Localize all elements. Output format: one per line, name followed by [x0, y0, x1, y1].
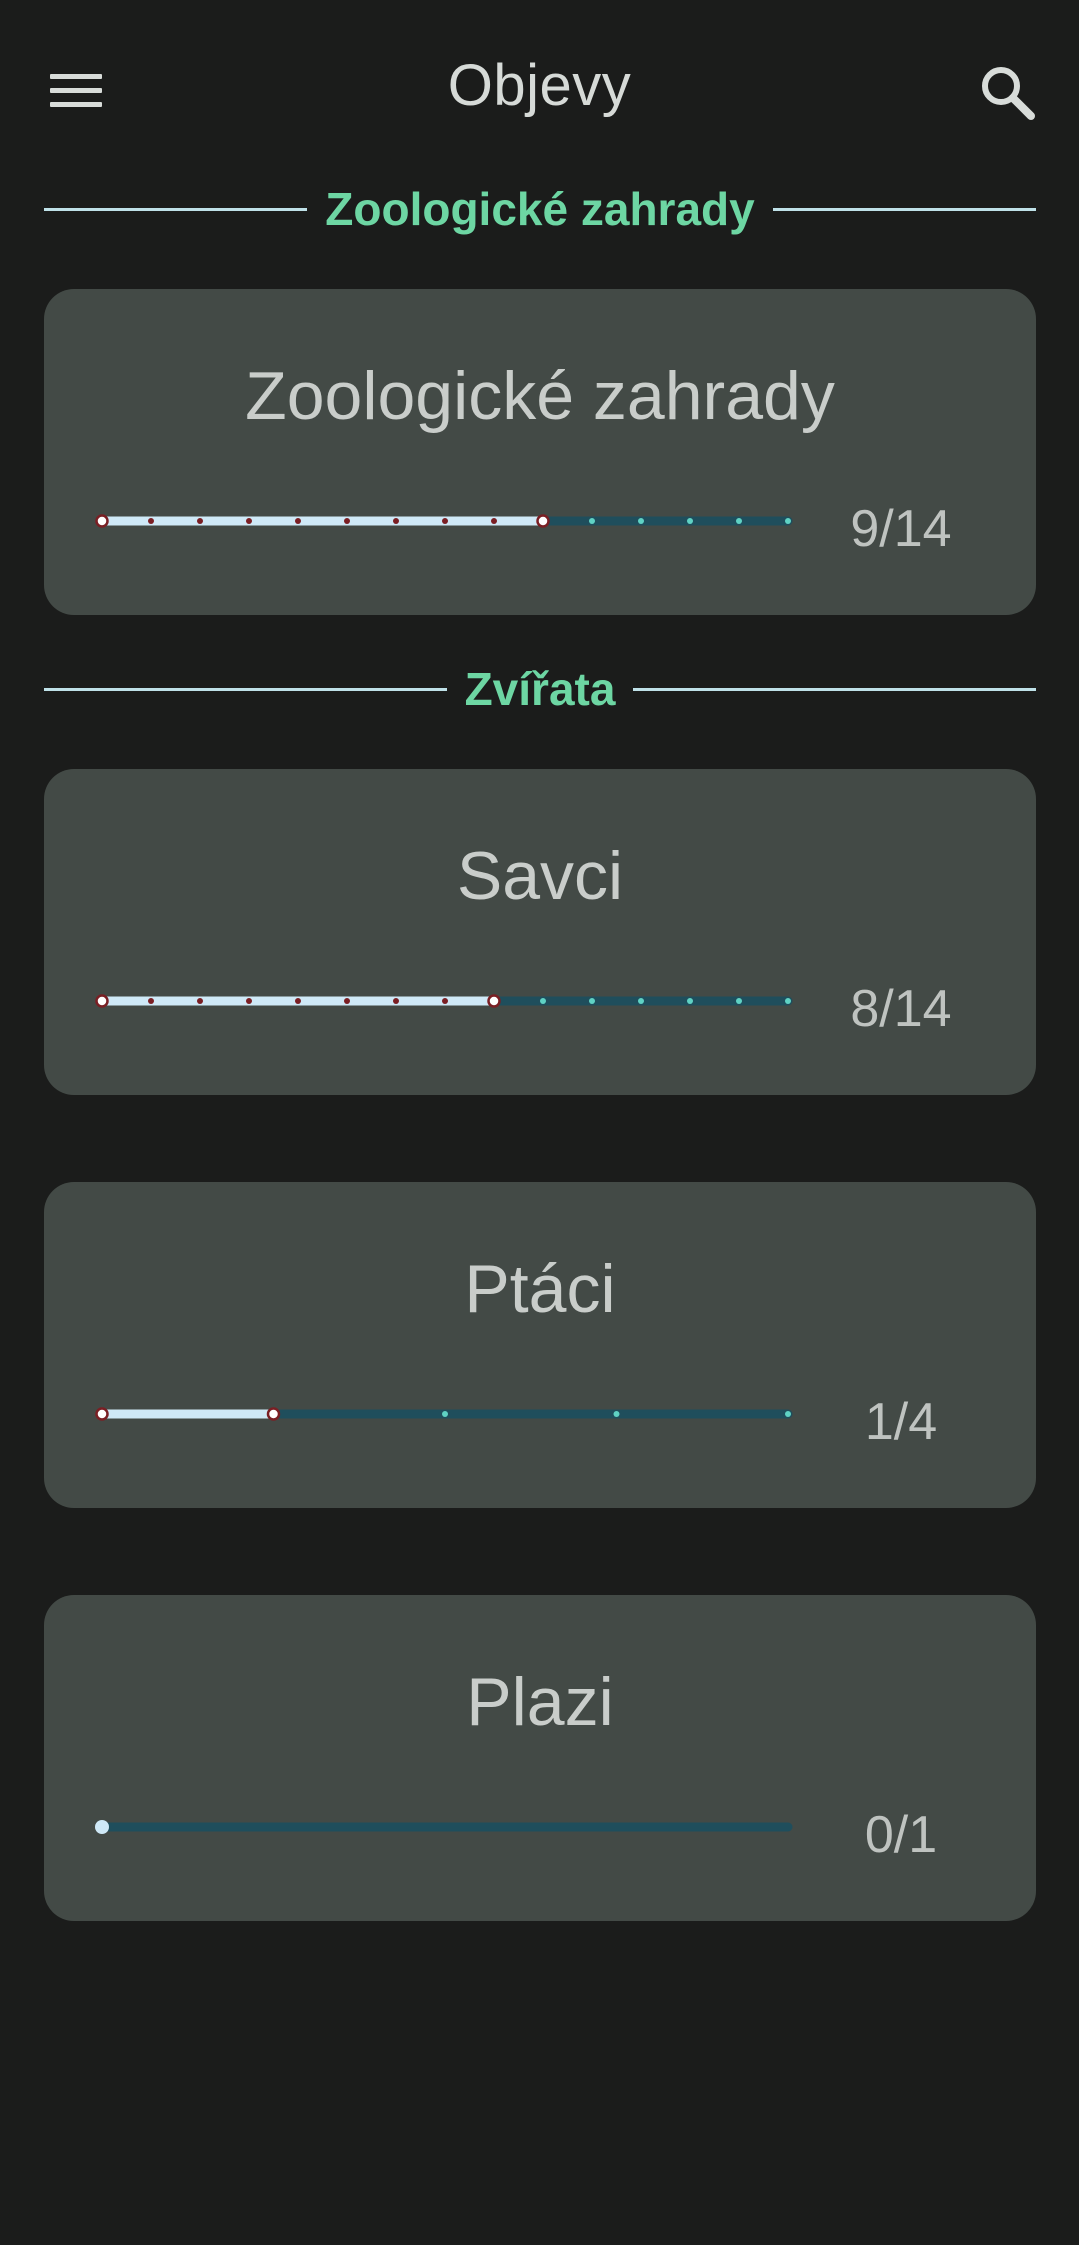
progress-tick	[785, 998, 791, 1004]
progress-tick	[736, 998, 742, 1004]
card-reptiles[interactable]: Plazi 0/1	[44, 1595, 1036, 1921]
progress-tick	[95, 994, 109, 1008]
card-title: Plazi	[466, 1664, 614, 1740]
progress-tick	[246, 518, 252, 524]
progress-tick	[295, 518, 301, 524]
progress-count: 0/1	[864, 1806, 938, 1864]
divider	[44, 687, 447, 691]
section-header-zoos: Zoologické zahrady	[44, 182, 1036, 236]
progress-start-dot	[95, 1820, 109, 1834]
section-label: Zoologické zahrady	[325, 183, 755, 235]
card-zoos[interactable]: Zoologické zahrady 9/14	[44, 289, 1036, 615]
divider	[633, 687, 1037, 691]
card-title: Zoologické zahrady	[245, 358, 835, 434]
divider	[44, 207, 308, 211]
page-title: Objevy	[447, 53, 632, 118]
progress-tick	[638, 518, 644, 524]
progress-count: 8/14	[850, 980, 952, 1038]
progress-tick	[197, 998, 203, 1004]
progress-count: 9/14	[850, 500, 952, 558]
progress-tick	[148, 998, 154, 1004]
progress-tick	[344, 518, 350, 524]
progress-tick	[540, 998, 546, 1004]
progress-tick	[638, 998, 644, 1004]
progress-tick	[442, 998, 448, 1004]
divider	[772, 207, 1036, 211]
app-bar: Objevy	[0, 0, 1079, 180]
progress-tick	[487, 994, 501, 1008]
progress-tick	[95, 1407, 109, 1421]
card-title: Ptáci	[464, 1251, 616, 1327]
progress-tick	[266, 1407, 281, 1421]
search-icon	[982, 67, 1035, 120]
progress-bar	[95, 514, 793, 528]
progress-count: 1/4	[864, 1393, 938, 1451]
progress-tick	[589, 998, 595, 1004]
search-button[interactable]	[971, 56, 1043, 128]
progress-tick	[442, 518, 448, 524]
progress-bar	[95, 1820, 793, 1834]
progress-tick	[95, 514, 109, 528]
progress-tick	[687, 998, 693, 1004]
progress-tick	[736, 518, 742, 524]
progress-tick	[785, 1411, 791, 1417]
progress-tick	[613, 1411, 620, 1417]
progress-tick	[442, 1411, 448, 1417]
progress-tick	[393, 518, 399, 524]
card-title: Savci	[456, 838, 624, 914]
progress-tick	[536, 514, 550, 528]
section-label: Zvířata	[464, 663, 616, 715]
progress-tick	[148, 518, 154, 524]
card-mammals[interactable]: Savci 8/14	[44, 769, 1036, 1095]
progress-bar	[95, 1407, 793, 1421]
progress-tick	[295, 998, 301, 1004]
progress-tick	[687, 518, 693, 524]
progress-tick	[246, 998, 252, 1004]
progress-bar	[95, 994, 793, 1008]
section-header-animals: Zvířata	[44, 662, 1037, 716]
progress-tick	[785, 518, 791, 524]
card-birds[interactable]: Ptáci 1/4	[44, 1182, 1036, 1508]
progress-tick	[589, 518, 595, 524]
progress-tick	[393, 998, 399, 1004]
progress-tick	[197, 518, 203, 524]
progress-tick	[344, 998, 350, 1004]
progress-tick	[491, 518, 497, 524]
